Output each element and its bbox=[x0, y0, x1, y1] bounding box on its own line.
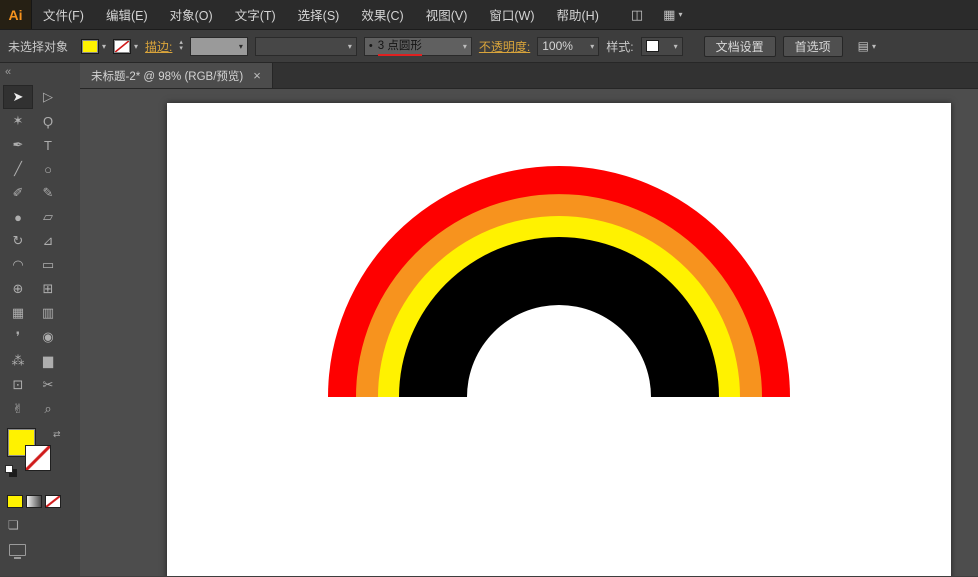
stroke-weight-combo[interactable]: ▾ bbox=[189, 36, 248, 56]
menu-type[interactable]: 文字(T) bbox=[224, 0, 287, 29]
tool-width-tool-icon[interactable]: ◠ bbox=[3, 253, 33, 277]
opacity-label[interactable]: 不透明度: bbox=[479, 38, 530, 55]
tool-paintbrush-icon[interactable]: ✐ bbox=[3, 181, 33, 205]
tab-close-icon[interactable]: × bbox=[253, 69, 261, 82]
artboard bbox=[167, 103, 951, 576]
gradient-button[interactable] bbox=[26, 495, 42, 508]
tools-panel: « ➤ ▷ ✶ Ϙ ✒ T ╱ ○ ✐ ✎ ● ▱ ↻ ⊿ ◠ ▭ ⊕ ⊞ ▦ ▥ ❜ ◉ ⁂ ▆ ⊡ ✂ ✌ ⌕ ⇄ ❏ bbox=[0, 63, 80, 576]
color-button[interactable] bbox=[7, 495, 23, 508]
menu-help[interactable]: 帮助(H) bbox=[546, 0, 610, 29]
chevron-down-icon: ▾ bbox=[102, 41, 107, 51]
fill-color-picker[interactable]: ▾ bbox=[81, 38, 107, 54]
color-mode-buttons bbox=[7, 495, 80, 508]
opacity-combo[interactable]: 100% ▾ bbox=[537, 36, 600, 56]
tool-eraser-icon[interactable]: ▱ bbox=[33, 205, 63, 229]
brush-name: 3 点圆形 bbox=[377, 37, 422, 56]
fill-stroke-widget: ⇄ bbox=[3, 428, 71, 481]
chevron-down-icon: ▾ bbox=[871, 41, 876, 51]
tool-blend-icon[interactable]: ◉ bbox=[33, 325, 63, 349]
tool-ellipse-icon[interactable]: ○ bbox=[33, 157, 63, 181]
menu-view[interactable]: 视图(V) bbox=[415, 0, 479, 29]
menu-select[interactable]: 选择(S) bbox=[287, 0, 351, 29]
tool-column-graph-icon[interactable]: ▆ bbox=[33, 349, 63, 373]
menu-edit[interactable]: 编辑(E) bbox=[95, 0, 159, 29]
variable-width-profile-combo[interactable]: ▾ bbox=[254, 36, 357, 56]
app-logo: Ai bbox=[0, 0, 32, 29]
canvas[interactable] bbox=[80, 89, 978, 576]
tool-selection-icon[interactable]: ➤ bbox=[3, 85, 33, 109]
stroke-color-well[interactable] bbox=[25, 445, 51, 471]
screen-mode-button[interactable] bbox=[9, 544, 26, 559]
stepper-down-icon: ▾ bbox=[179, 45, 183, 52]
tool-symbol-sprayer-icon[interactable]: ⁂ bbox=[3, 349, 33, 373]
chevron-down-icon: ▾ bbox=[590, 41, 595, 51]
tool-free-transform-icon[interactable]: ▭ bbox=[33, 253, 63, 277]
none-button[interactable] bbox=[45, 495, 61, 508]
tool-zoom-icon[interactable]: ⌕ bbox=[33, 397, 63, 421]
tool-hand-icon[interactable]: ✌ bbox=[3, 397, 33, 421]
brush-preview-dot-icon: • bbox=[368, 40, 373, 52]
brush-definition-combo[interactable]: • 3 点圆形 ▾ bbox=[363, 36, 472, 56]
panel-collapse-toggle[interactable]: « bbox=[0, 63, 80, 85]
stroke-weight-stepper[interactable]: ▴ ▾ bbox=[179, 39, 183, 52]
tool-artboard-tool-icon[interactable]: ⊡ bbox=[3, 373, 33, 397]
stroke-none-swatch-icon bbox=[113, 38, 132, 54]
tool-pencil-icon[interactable]: ✎ bbox=[33, 181, 63, 205]
tool-type-icon[interactable]: T bbox=[33, 133, 63, 157]
menu-effect[interactable]: 效果(C) bbox=[350, 0, 414, 29]
swap-fill-stroke-icon[interactable]: ⇄ bbox=[53, 429, 61, 440]
tool-eyedropper-icon[interactable]: ❜ bbox=[3, 325, 33, 349]
rainbow-artwork[interactable] bbox=[167, 103, 951, 576]
tool-slice-icon[interactable]: ✂ bbox=[33, 373, 63, 397]
document-tab[interactable]: 未标题-2* @ 98% (RGB/预览) × bbox=[80, 63, 273, 88]
chevron-down-icon: ▾ bbox=[673, 41, 678, 51]
control-panel-menu-button[interactable]: ▤ ▾ bbox=[858, 39, 876, 53]
drawing-modes-button[interactable]: ❏ bbox=[8, 518, 80, 532]
menu-file[interactable]: 文件(F) bbox=[32, 0, 95, 29]
arrange-documents-icon: ◫ bbox=[630, 6, 644, 22]
workspace-icon: ▦ bbox=[663, 6, 676, 22]
menu-bar: Ai 文件(F) 编辑(E) 对象(O) 文字(T) 选择(S) 效果(C) 视… bbox=[0, 0, 978, 30]
tool-perspective-grid-icon[interactable]: ⊞ bbox=[33, 277, 63, 301]
menu-window[interactable]: 窗口(W) bbox=[478, 0, 545, 29]
chevron-down-icon: ▾ bbox=[462, 41, 467, 51]
control-bar: 未选择对象 ▾ ▾ 描边: ▴ ▾ ▾ ▾ • 3 点圆形 ▾ 不透明度: 10… bbox=[0, 30, 978, 63]
chevron-down-icon: ▾ bbox=[238, 41, 243, 51]
workspace-switcher[interactable]: ▦ ▾ bbox=[658, 5, 687, 25]
preferences-button[interactable]: 首选项 bbox=[782, 35, 843, 57]
arrange-documents-button[interactable]: ◫ bbox=[626, 5, 648, 25]
style-combo[interactable]: ▾ bbox=[640, 36, 683, 56]
tool-direct-selection-icon[interactable]: ▷ bbox=[33, 85, 63, 109]
tab-title: 未标题-2* @ 98% (RGB/预览) bbox=[91, 70, 244, 83]
tool-blob-brush-icon[interactable]: ● bbox=[3, 205, 33, 229]
stroke-weight-label[interactable]: 描边: bbox=[145, 38, 172, 55]
selection-status: 未选择对象 bbox=[8, 39, 69, 54]
style-label: 样式: bbox=[606, 39, 634, 54]
menu-object[interactable]: 对象(O) bbox=[159, 0, 224, 29]
tool-lasso-icon[interactable]: Ϙ bbox=[33, 109, 63, 133]
tool-shape-builder-icon[interactable]: ⊕ bbox=[3, 277, 33, 301]
tool-magic-wand-icon[interactable]: ✶ bbox=[3, 109, 33, 133]
tool-rotate-icon[interactable]: ↻ bbox=[3, 229, 33, 253]
style-swatch-icon bbox=[645, 40, 659, 52]
tool-gradient-icon[interactable]: ▥ bbox=[33, 301, 63, 325]
tool-scale-icon[interactable]: ⊿ bbox=[33, 229, 63, 253]
document-setup-button[interactable]: 文档设置 bbox=[703, 35, 776, 57]
chevron-down-icon: ▾ bbox=[134, 41, 139, 51]
fill-swatch-icon bbox=[81, 38, 100, 54]
tool-line-segment-icon[interactable]: ╱ bbox=[3, 157, 33, 181]
document-tab-bar: 未标题-2* @ 98% (RGB/预览) × bbox=[80, 63, 978, 89]
panel-menu-icon: ▤ bbox=[857, 39, 869, 53]
chevron-down-icon: ▾ bbox=[347, 41, 352, 51]
tool-mesh-icon[interactable]: ▦ bbox=[3, 301, 33, 325]
tools-grid: ➤ ▷ ✶ Ϙ ✒ T ╱ ○ ✐ ✎ ● ▱ ↻ ⊿ ◠ ▭ ⊕ ⊞ ▦ ▥ ❜ ◉ ⁂ ▆ ⊡ ✂ ✌ ⌕ bbox=[3, 85, 80, 421]
chevron-down-icon: ▾ bbox=[678, 10, 683, 19]
default-fill-stroke-icon[interactable] bbox=[5, 465, 13, 473]
opacity-value: 100% bbox=[542, 39, 573, 53]
stroke-color-picker[interactable]: ▾ bbox=[113, 38, 139, 54]
tool-pen-icon[interactable]: ✒ bbox=[3, 133, 33, 157]
